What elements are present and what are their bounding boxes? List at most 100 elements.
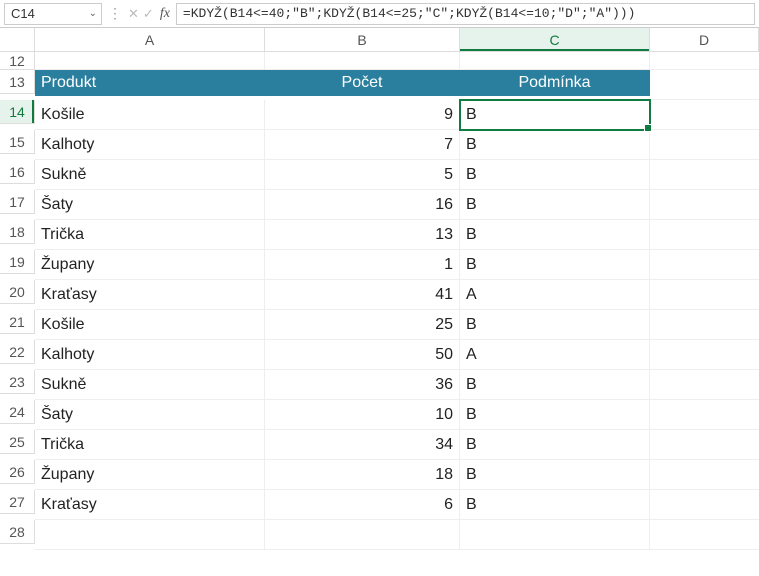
formula-controls: ✕ ✓ fx [128,6,172,22]
cell-A18[interactable]: Trička [35,220,265,250]
cell-B15[interactable]: 7 [265,130,460,160]
cell-B20[interactable]: 41 [265,280,460,310]
formula-input[interactable]: =KDYŽ(B14<=40;"B";KDYŽ(B14<=25;"C";KDYŽ(… [176,3,755,25]
cell-C23[interactable]: B [460,370,650,400]
cell-D19[interactable] [650,250,759,280]
column-header-A[interactable]: A [35,28,265,52]
row-header-15[interactable]: 15 [0,130,35,154]
cell-C18[interactable]: B [460,220,650,250]
row-header-20[interactable]: 20 [0,280,35,304]
formula-text: =KDYŽ(B14<=40;"B";KDYŽ(B14<=25;"C";KDYŽ(… [183,6,635,21]
cell-C19[interactable]: B [460,250,650,280]
cell-D26[interactable] [650,460,759,490]
row-header-16[interactable]: 16 [0,160,35,184]
cell-A17[interactable]: Šaty [35,190,265,220]
cell-D12[interactable] [650,52,759,70]
cell-A25[interactable]: Trička [35,430,265,460]
select-all-corner[interactable] [0,28,35,52]
cell-B13[interactable]: Počet [265,70,460,96]
cell-C28[interactable] [460,520,650,550]
name-box[interactable]: C14 ⌄ [4,3,102,25]
cell-A15[interactable]: Kalhoty [35,130,265,160]
row-header-24[interactable]: 24 [0,400,35,424]
cell-B19[interactable]: 1 [265,250,460,280]
cell-D23[interactable] [650,370,759,400]
cell-D14[interactable] [650,100,759,130]
cell-A20[interactable]: Kraťasy [35,280,265,310]
cell-C17[interactable]: B [460,190,650,220]
cell-B17[interactable]: 16 [265,190,460,220]
cell-D25[interactable] [650,430,759,460]
cell-C22[interactable]: A [460,340,650,370]
cell-A26[interactable]: Župany [35,460,265,490]
cell-A21[interactable]: Košile [35,310,265,340]
cell-B22[interactable]: 50 [265,340,460,370]
cell-A24[interactable]: Šaty [35,400,265,430]
cell-B28[interactable] [265,520,460,550]
row-header-12[interactable]: 12 [0,52,35,70]
cell-B21[interactable]: 25 [265,310,460,340]
cell-B18[interactable]: 13 [265,220,460,250]
cell-A28[interactable] [35,520,265,550]
row-header-22[interactable]: 22 [0,340,35,364]
column-header-B[interactable]: B [265,28,460,52]
cell-A16[interactable]: Sukně [35,160,265,190]
cell-C15[interactable]: B [460,130,650,160]
cell-A12[interactable] [35,52,265,70]
column-header-C[interactable]: C [460,28,650,52]
separator-icon: ⋮ [106,5,124,22]
spreadsheet-grid[interactable]: ABCD1213ProduktPočetPodmínka14Košile9B15… [0,28,759,550]
cell-A14[interactable]: Košile [35,100,265,130]
cell-B24[interactable]: 10 [265,400,460,430]
cell-D21[interactable] [650,310,759,340]
row-header-13[interactable]: 13 [0,70,35,94]
cell-A23[interactable]: Sukně [35,370,265,400]
row-header-25[interactable]: 25 [0,430,35,454]
cell-C16[interactable]: B [460,160,650,190]
cell-B27[interactable]: 6 [265,490,460,520]
cell-C24[interactable]: B [460,400,650,430]
cancel-icon[interactable]: ✕ [128,6,139,22]
cell-D18[interactable] [650,220,759,250]
cell-D27[interactable] [650,490,759,520]
cell-C14[interactable]: B [460,100,650,130]
cell-C26[interactable]: B [460,460,650,490]
row-header-26[interactable]: 26 [0,460,35,484]
row-header-21[interactable]: 21 [0,310,35,334]
cell-A19[interactable]: Župany [35,250,265,280]
cell-B26[interactable]: 18 [265,460,460,490]
cell-B25[interactable]: 34 [265,430,460,460]
row-header-28[interactable]: 28 [0,520,35,544]
row-header-19[interactable]: 19 [0,250,35,274]
fx-icon[interactable]: fx [158,6,172,22]
cell-A27[interactable]: Kraťasy [35,490,265,520]
row-header-23[interactable]: 23 [0,370,35,394]
column-header-D[interactable]: D [650,28,759,52]
cell-D24[interactable] [650,400,759,430]
cell-C20[interactable]: A [460,280,650,310]
cell-C13[interactable]: Podmínka [460,70,650,96]
cell-C12[interactable] [460,52,650,70]
cell-D13[interactable] [650,70,759,100]
row-header-27[interactable]: 27 [0,490,35,514]
cell-C27[interactable]: B [460,490,650,520]
cell-B12[interactable] [265,52,460,70]
accept-icon[interactable]: ✓ [143,6,154,22]
cell-A13[interactable]: Produkt [35,70,265,96]
cell-B14[interactable]: 9 [265,100,460,130]
chevron-down-icon[interactable]: ⌄ [89,8,97,19]
cell-C25[interactable]: B [460,430,650,460]
cell-B16[interactable]: 5 [265,160,460,190]
cell-D15[interactable] [650,130,759,160]
cell-D22[interactable] [650,340,759,370]
cell-B23[interactable]: 36 [265,370,460,400]
cell-D20[interactable] [650,280,759,310]
row-header-18[interactable]: 18 [0,220,35,244]
row-header-14[interactable]: 14 [0,100,35,124]
cell-D17[interactable] [650,190,759,220]
row-header-17[interactable]: 17 [0,190,35,214]
cell-D28[interactable] [650,520,759,550]
cell-A22[interactable]: Kalhoty [35,340,265,370]
cell-C21[interactable]: B [460,310,650,340]
cell-D16[interactable] [650,160,759,190]
